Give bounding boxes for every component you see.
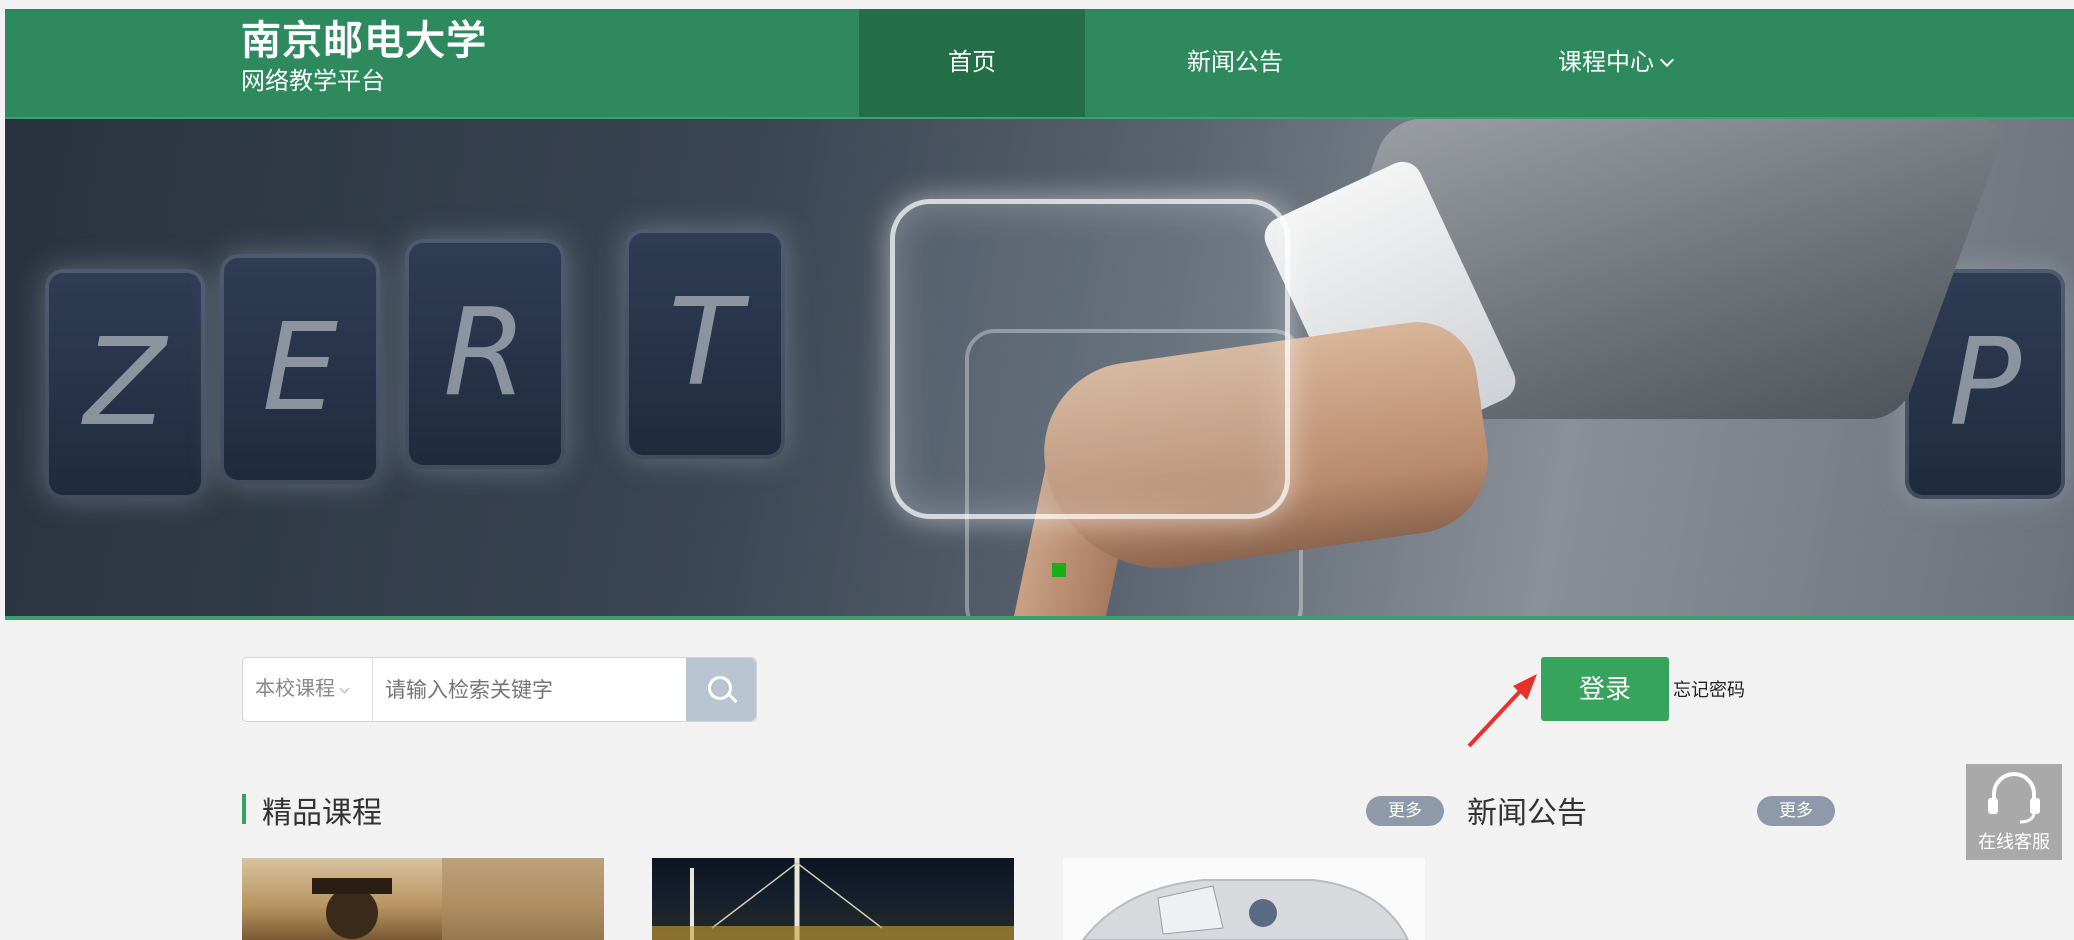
section-accent-bar <box>242 794 246 824</box>
banner-key: Z <box>45 269 205 499</box>
search-button[interactable] <box>686 658 756 721</box>
nav-home[interactable]: 首页 <box>859 9 1085 117</box>
online-support-label: 在线客服 <box>1978 832 2050 852</box>
featured-more-button[interactable]: 更多 <box>1366 796 1444 826</box>
nav-course-center-label: 课程中心 <box>1558 49 1654 76</box>
nav-news-label: 新闻公告 <box>1187 49 1283 76</box>
online-support-button[interactable]: 在线客服 <box>1966 764 2062 860</box>
brand[interactable]: 南京邮电大学 网络教学平台 <box>241 15 487 97</box>
banner-key: T <box>625 229 785 459</box>
login-button[interactable]: 登录 <box>1541 657 1669 721</box>
red-arrow-annotation-icon <box>1467 674 1537 748</box>
course-thumbnail-image <box>652 858 1014 940</box>
forgot-password-link[interactable]: 忘记密码 <box>1673 676 1745 702</box>
top-navbar: 南京邮电大学 网络教学平台 首页 新闻公告 课程中心 <box>5 9 2074 119</box>
nav-course-center[interactable]: 课程中心 <box>1465 9 1765 117</box>
news-more-button[interactable]: 更多 <box>1757 796 1835 826</box>
chevron-down-icon <box>339 683 350 694</box>
course-thumbnail[interactable] <box>242 858 604 940</box>
news-title: 新闻公告 <box>1467 797 1587 830</box>
hero-banner: Z E R T P <box>5 119 2074 618</box>
course-thumbnail[interactable] <box>652 858 1014 940</box>
featured-courses-title: 精品课程 <box>262 797 382 830</box>
search-bar: 本校课程 <box>242 657 757 723</box>
brand-title: 南京邮电大学 <box>241 19 487 63</box>
course-thumbnail[interactable] <box>1063 858 1425 940</box>
headset-icon <box>1988 772 2040 824</box>
search-input[interactable] <box>383 658 607 723</box>
search-icon <box>708 676 732 700</box>
course-thumbnail-image <box>1081 879 1410 940</box>
banner-key: R <box>405 239 565 469</box>
chevron-down-icon <box>1659 52 1675 68</box>
search-category-select[interactable]: 本校课程 <box>243 658 373 721</box>
carousel-indicator[interactable] <box>1052 563 1066 577</box>
course-thumbnail-image <box>312 858 604 940</box>
banner-glass-panel <box>890 199 1290 519</box>
brand-subtitle: 网络教学平台 <box>241 68 385 95</box>
banner-divider <box>5 616 2074 620</box>
nav-home-label: 首页 <box>948 49 996 76</box>
banner-key: E <box>220 254 380 484</box>
nav-news[interactable]: 新闻公告 <box>1085 9 1385 117</box>
search-category-label: 本校课程 <box>255 678 335 700</box>
